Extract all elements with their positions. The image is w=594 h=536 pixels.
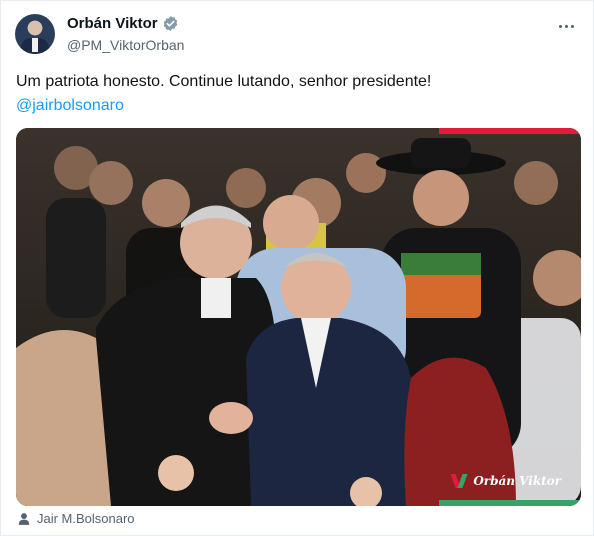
- mention-link[interactable]: @jairbolsonaro: [16, 94, 124, 118]
- author-name-row[interactable]: Orbán Viktor: [67, 15, 179, 32]
- photo-illustration: [16, 128, 581, 506]
- author-handle[interactable]: @PM_ViktorOrban: [67, 37, 184, 53]
- tweet-body: Um patriota honesto. Continue lutando, s…: [16, 73, 432, 90]
- author-display-name[interactable]: Orbán Viktor: [67, 15, 158, 32]
- more-options-button[interactable]: [553, 13, 579, 39]
- orban-logo-icon: [450, 474, 468, 488]
- watermark-logo: Orbán Viktor: [450, 474, 561, 488]
- tagged-user-name[interactable]: Jair M.Bolsonaro: [37, 511, 135, 526]
- watermark-text: Orbán Viktor: [473, 474, 561, 488]
- tweet-photo[interactable]: Orbán Viktor: [16, 128, 581, 506]
- tagged-users[interactable]: Jair M.Bolsonaro: [17, 511, 135, 526]
- accent-bar-red: [439, 128, 581, 134]
- person-icon: [17, 512, 31, 526]
- author-avatar[interactable]: [15, 14, 55, 54]
- accent-bar-green: [439, 500, 581, 506]
- avatar-shirt: [32, 38, 38, 52]
- handshake: [209, 402, 253, 434]
- verified-badge-icon: [162, 15, 179, 32]
- tweet-card[interactable]: Orbán Viktor @PM_ViktorOrban Um patriota…: [0, 0, 594, 536]
- tweet-text: Um patriota honesto. Continue lutando, s…: [16, 70, 576, 118]
- ellipsis-icon: [558, 24, 562, 28]
